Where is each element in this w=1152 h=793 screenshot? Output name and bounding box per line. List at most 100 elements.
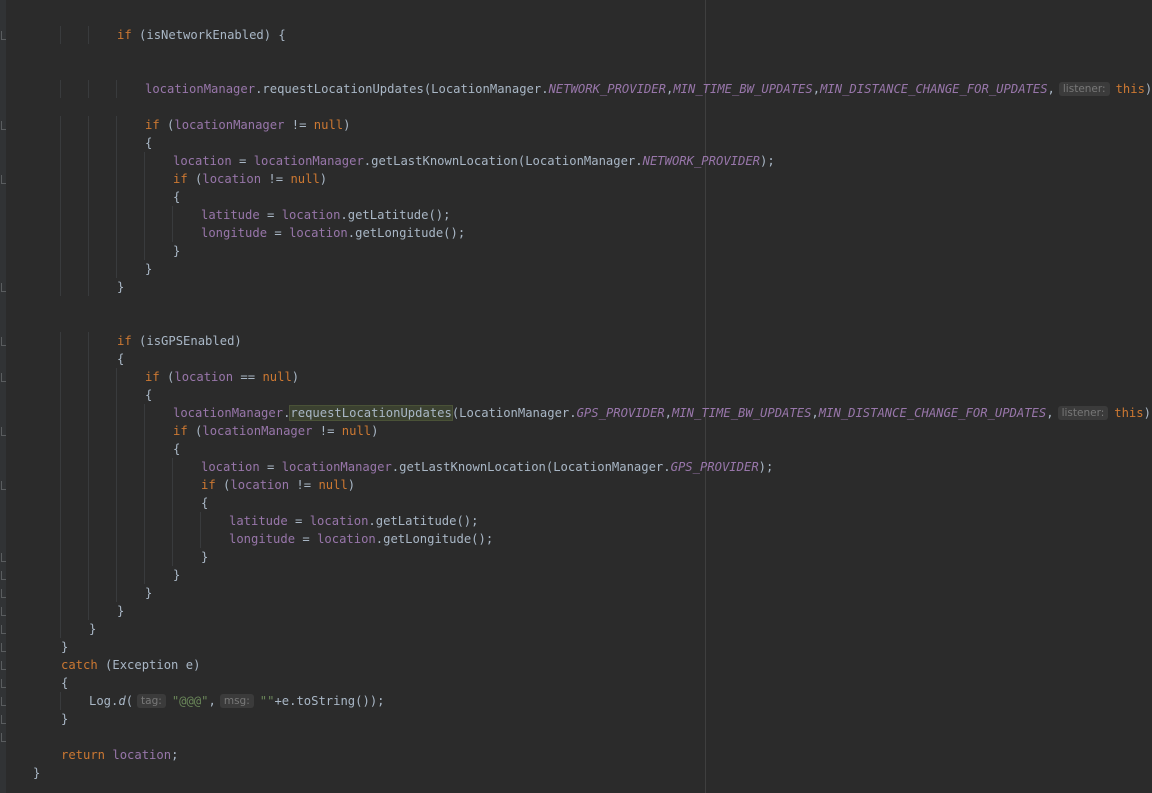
fold-marker-icon[interactable]	[1, 733, 6, 742]
fold-marker-icon[interactable]	[1, 283, 6, 292]
indent-guide	[88, 242, 89, 260]
code-line[interactable]	[33, 314, 1152, 332]
editor-gutter[interactable]	[0, 0, 6, 793]
fold-marker-icon[interactable]	[1, 607, 6, 616]
indent-guide	[60, 152, 61, 170]
code-token: .getLatitude();	[340, 208, 451, 222]
code-line[interactable]	[33, 98, 1152, 116]
code-line[interactable]: }	[1, 278, 1152, 296]
code-line[interactable]	[33, 296, 1152, 314]
code-editor[interactable]: if (isNetworkEnabled) { locationManager.r…	[0, 0, 1152, 793]
code-line[interactable]: {	[33, 494, 1152, 512]
code-line-content: if (isGPSEnabled)	[117, 332, 242, 350]
code-line-content: if (isNetworkEnabled) {	[117, 26, 286, 44]
fold-marker-icon[interactable]	[1, 697, 6, 706]
code-line[interactable]	[1, 728, 1152, 746]
code-line[interactable]: latitude = location.getLatitude();	[33, 206, 1152, 224]
code-line[interactable]: {	[33, 440, 1152, 458]
indent-guide	[172, 512, 173, 530]
code-line[interactable]: }	[1, 566, 1152, 584]
indent-guide	[88, 350, 89, 368]
code-line[interactable]: catch (Exception e)	[1, 656, 1152, 674]
indent-guide	[60, 404, 61, 422]
code-area[interactable]: if (isNetworkEnabled) { locationManager.r…	[1, 26, 1152, 782]
code-token: ,	[208, 694, 216, 708]
code-line[interactable]: if (locationManager != null)	[1, 116, 1152, 134]
indent-guide	[60, 620, 61, 638]
fold-marker-icon[interactable]	[1, 121, 6, 130]
code-line[interactable]: }	[33, 764, 1152, 782]
indent-guide	[60, 350, 61, 368]
code-line[interactable]: if (location != null)	[1, 170, 1152, 188]
code-line[interactable]: longitude = location.getLongitude();	[33, 224, 1152, 242]
indent-guide	[88, 440, 89, 458]
code-line[interactable]: }	[33, 260, 1152, 278]
indent-guide	[116, 188, 117, 206]
code-line[interactable]: {	[33, 350, 1152, 368]
fold-marker-icon[interactable]	[1, 715, 6, 724]
fold-marker-icon[interactable]	[1, 481, 6, 490]
code-line[interactable]: location = locationManager.getLastKnownL…	[33, 458, 1152, 476]
code-line[interactable]: location = locationManager.getLastKnownL…	[33, 152, 1152, 170]
fold-marker-icon[interactable]	[1, 373, 6, 382]
code-line[interactable]: {	[33, 134, 1152, 152]
code-line[interactable]: }	[33, 242, 1152, 260]
code-line[interactable]: }	[1, 620, 1152, 638]
indent-guide	[116, 206, 117, 224]
code-line[interactable]: if (isGPSEnabled)	[1, 332, 1152, 350]
code-line[interactable]: }	[1, 710, 1152, 728]
indent-guide	[88, 260, 89, 278]
fold-marker-icon[interactable]	[1, 571, 6, 580]
indent-guide	[144, 152, 145, 170]
indent-guide	[200, 530, 201, 548]
code-line[interactable]: }	[1, 602, 1152, 620]
fold-marker-icon[interactable]	[1, 175, 6, 184]
fold-marker-icon[interactable]	[1, 643, 6, 652]
code-line[interactable]: }	[1, 548, 1152, 566]
code-line-content: latitude = location.getLatitude();	[201, 206, 450, 224]
code-token: (	[159, 370, 175, 384]
code-token: =	[267, 226, 290, 240]
indent-guide	[116, 224, 117, 242]
code-token: )	[343, 118, 351, 132]
code-line[interactable]: longitude = location.getLongitude();	[33, 530, 1152, 548]
fold-marker-icon[interactable]	[1, 337, 6, 346]
indent-guide	[88, 602, 89, 620]
code-token: !=	[289, 478, 319, 492]
code-token: latitude	[229, 514, 288, 528]
fold-marker-icon[interactable]	[1, 625, 6, 634]
code-line[interactable]: if (location != null)	[1, 476, 1152, 494]
code-line[interactable]: {	[33, 386, 1152, 404]
code-token: {	[61, 676, 69, 690]
code-line-content: }	[145, 260, 152, 278]
fold-marker-icon[interactable]	[1, 661, 6, 670]
code-line[interactable]: if (location == null)	[1, 368, 1152, 386]
code-line[interactable]: {	[1, 674, 1152, 692]
code-line[interactable]: Log.d(tag: "@@@", msg: ""+e.toString());	[1, 692, 1152, 710]
code-line[interactable]: }	[1, 584, 1152, 602]
code-line[interactable]	[33, 62, 1152, 80]
code-line-content: {	[145, 134, 152, 152]
code-token: latitude	[201, 208, 260, 222]
fold-marker-icon[interactable]	[1, 427, 6, 436]
fold-marker-icon[interactable]	[1, 31, 6, 40]
fold-marker-icon[interactable]	[1, 589, 6, 598]
code-line-content: if (location != null)	[173, 170, 327, 188]
code-line[interactable]: return location;	[33, 746, 1152, 764]
indent-guide	[144, 224, 145, 242]
code-line[interactable]: latitude = location.getLatitude();	[33, 512, 1152, 530]
indent-guide	[144, 476, 145, 494]
fold-marker-icon[interactable]	[1, 553, 6, 562]
indent-guide	[116, 566, 117, 584]
code-line[interactable]: }	[1, 638, 1152, 656]
code-line[interactable]	[33, 44, 1152, 62]
indent-guide	[60, 422, 61, 440]
code-token: (Exception e)	[97, 658, 201, 672]
code-token: ;	[171, 748, 179, 762]
code-line[interactable]: if (isNetworkEnabled) {	[1, 26, 1152, 44]
code-line[interactable]: if (locationManager != null)	[1, 422, 1152, 440]
code-line[interactable]: locationManager.requestLocationUpdates(L…	[33, 80, 1152, 98]
code-line[interactable]: locationManager.requestLocationUpdates(L…	[33, 404, 1152, 422]
code-line[interactable]: {	[33, 188, 1152, 206]
fold-marker-icon[interactable]	[1, 679, 6, 688]
